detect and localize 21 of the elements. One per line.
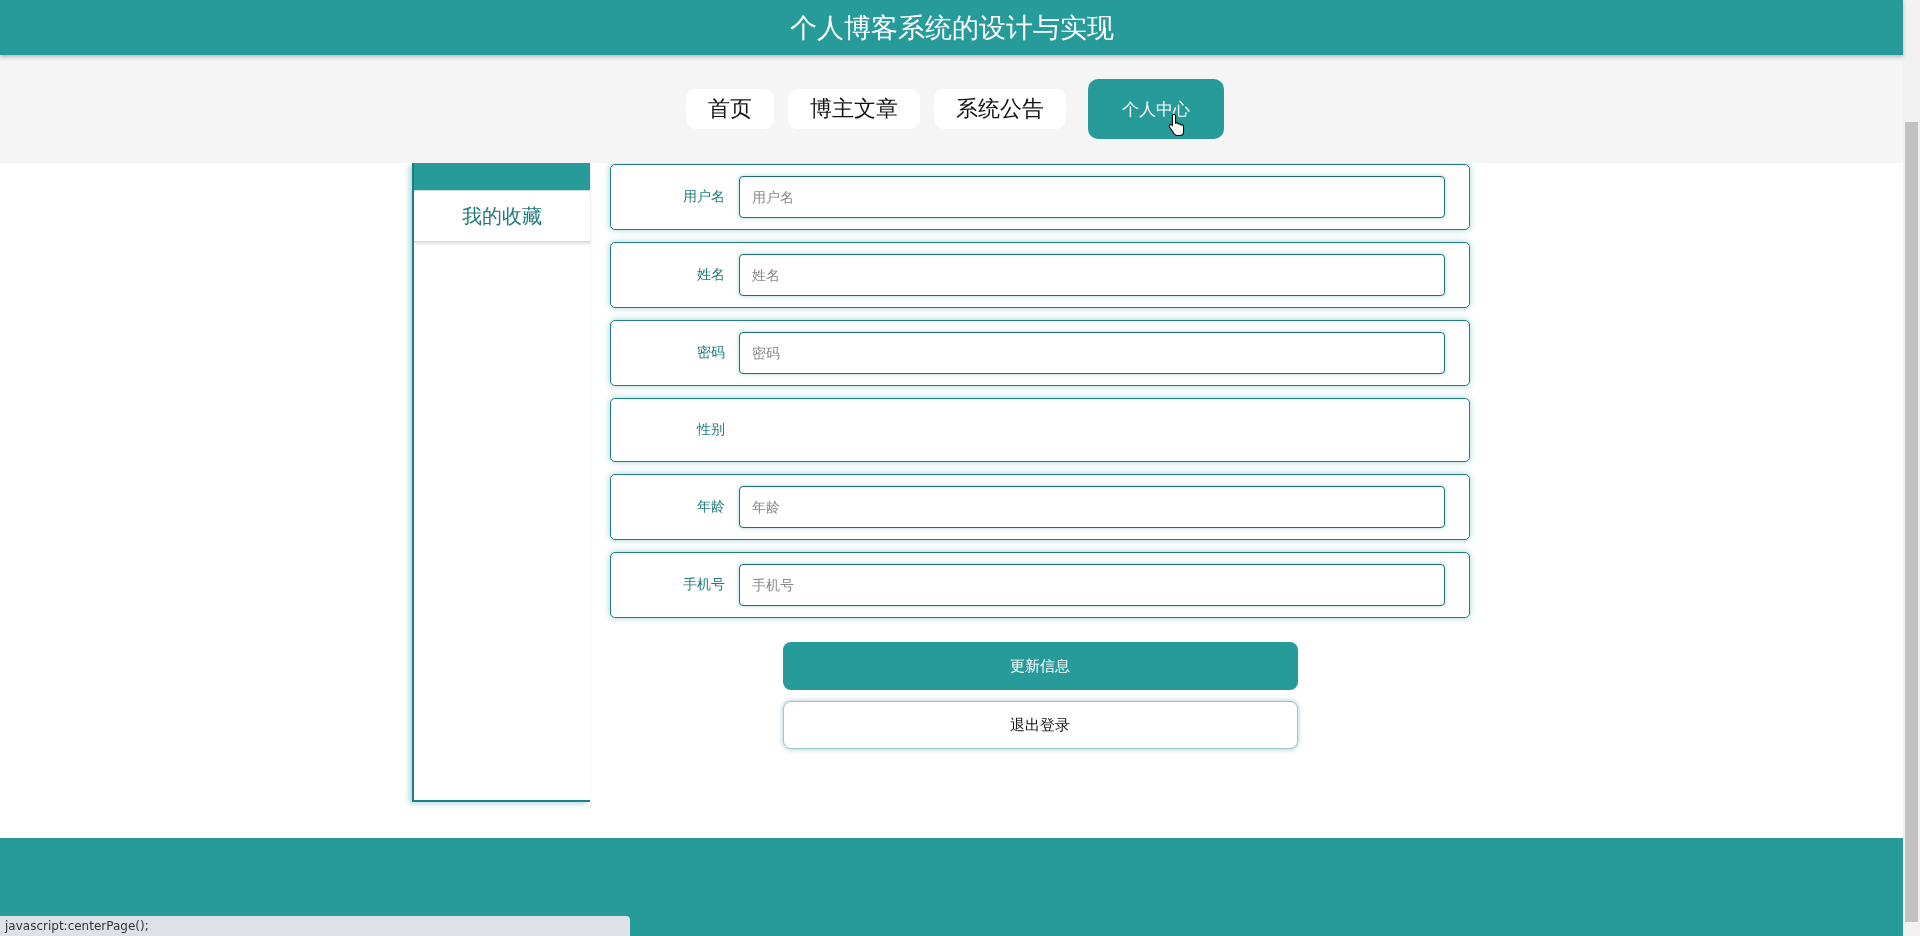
input-field[interactable]: 年龄 <box>739 486 1445 528</box>
field-label: 用户名 <box>682 188 725 206</box>
input-field[interactable]: 姓名 <box>739 254 1445 296</box>
logout-button[interactable]: 退出登录 <box>782 701 1298 749</box>
field-label: 手机号 <box>682 576 725 594</box>
scrollbar-thumb[interactable] <box>1905 122 1918 922</box>
scrollbar[interactable] <box>1903 0 1920 936</box>
field-label: 性别 <box>695 421 725 439</box>
sidebar-item[interactable]: 我的收藏 <box>414 191 590 242</box>
input-field[interactable]: 密码 <box>739 332 1445 374</box>
field-label: 姓名 <box>696 266 725 284</box>
input-field[interactable]: 用户名 <box>739 176 1445 218</box>
field-label: 密码 <box>696 344 725 362</box>
field-label: 年龄 <box>696 498 725 516</box>
nav-tab[interactable]: 系统公告 <box>933 89 1066 129</box>
nav-tab[interactable]: 首页 <box>685 89 774 129</box>
input-field[interactable]: 手机号 <box>739 564 1445 606</box>
sidebar-item[interactable] <box>414 163 590 191</box>
status-url: javascript:centerPage(); <box>0 916 630 936</box>
site-title: 个人博客系统的设计与实现 <box>789 10 1114 45</box>
nav-tab[interactable]: 博主文章 <box>787 89 920 129</box>
